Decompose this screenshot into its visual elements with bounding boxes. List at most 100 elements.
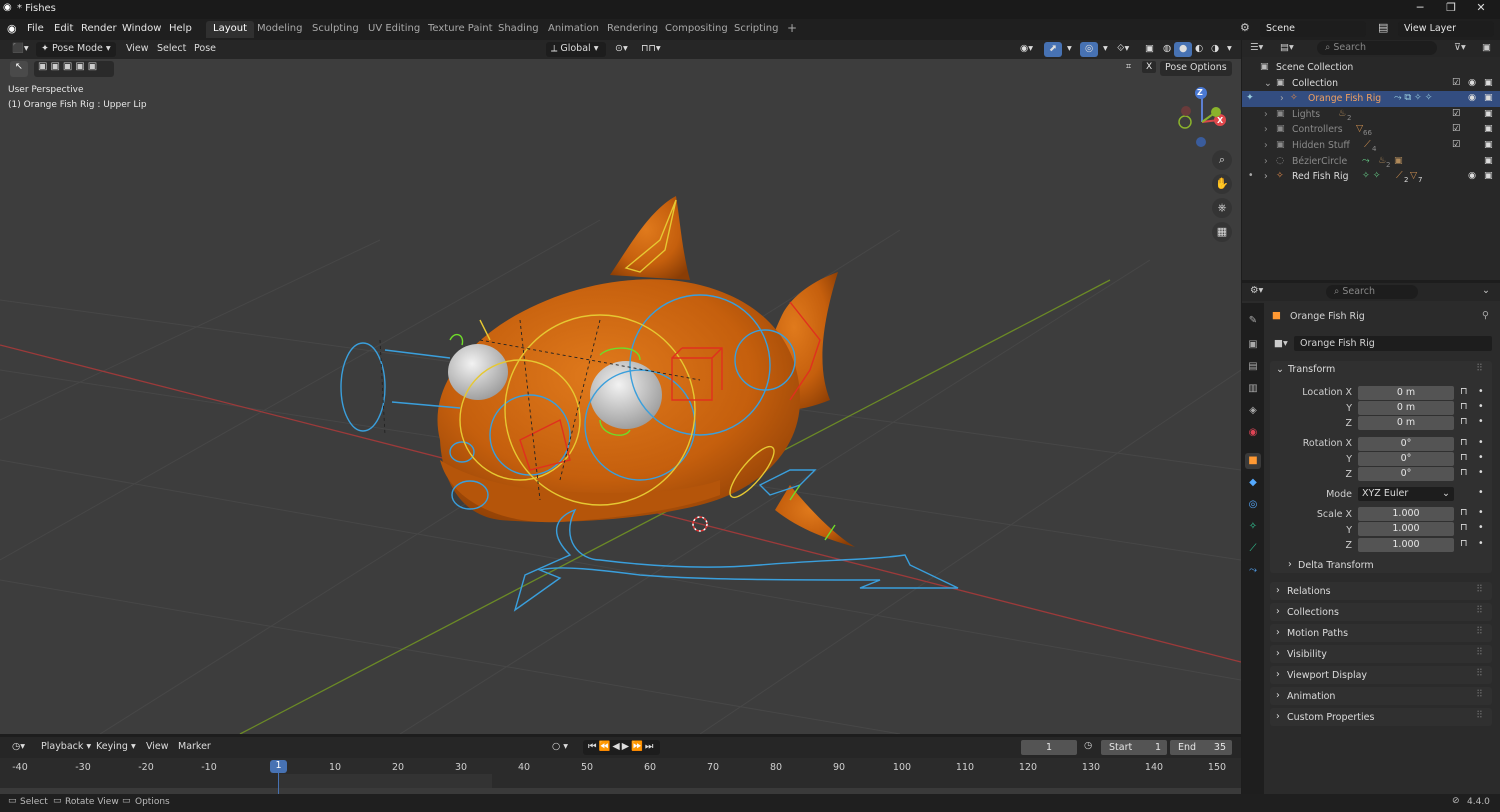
menu-select[interactable]: Select — [152, 42, 191, 57]
chevron-down-icon[interactable]: ⌄ — [1276, 364, 1284, 375]
lock-icon[interactable]: ⊓ — [1460, 467, 1467, 478]
render-tab-icon[interactable]: ▣ — [1245, 337, 1261, 353]
panel-collections[interactable]: › Collections ⠿ — [1270, 603, 1492, 621]
checkbox-icon[interactable]: ☑ — [1452, 139, 1460, 150]
outliner-row-controllers[interactable]: › ▣ Controllers ▽ 66 ☑ ▣ — [1242, 122, 1500, 138]
rotation-z-field[interactable]: 0° — [1358, 467, 1454, 481]
scene-tab-icon[interactable]: ◈ — [1245, 403, 1261, 419]
chevron-right-icon[interactable]: › — [1280, 93, 1284, 104]
view-layer-tab-icon[interactable]: ▥ — [1245, 381, 1261, 397]
drag-handle-icon[interactable]: ⠿ — [1476, 668, 1483, 679]
eye-icon[interactable]: ◉ — [1468, 170, 1476, 181]
constraints-tab-icon[interactable]: ⤳ — [1245, 563, 1261, 579]
tab-layout[interactable]: Layout — [206, 21, 254, 38]
current-frame-field[interactable]: 1 — [1021, 740, 1077, 755]
timeline-editor-icon[interactable]: ◷▾ — [7, 740, 30, 755]
scale-x-field[interactable]: 1.000 — [1358, 507, 1454, 521]
drag-handle-icon[interactable]: ⠿ — [1476, 647, 1483, 658]
camera-icon[interactable]: ▣ — [1484, 92, 1493, 103]
menu-marker[interactable]: Marker — [173, 740, 216, 755]
checkbox-icon[interactable]: ☑ — [1452, 77, 1460, 88]
drag-handle-icon[interactable]: ⠿ — [1476, 584, 1483, 595]
tab-rendering[interactable]: Rendering — [600, 21, 665, 38]
filter-icon[interactable]: ⊽▾ — [1454, 42, 1466, 53]
select-tool-icon[interactable]: ↖ — [10, 61, 28, 77]
start-frame-field[interactable]: Start 1 — [1101, 740, 1167, 755]
toggle-xray-button[interactable]: ▣ — [1140, 42, 1159, 57]
prev-keyframe-icon[interactable]: ⏪ — [599, 741, 613, 752]
gizmo-toggle-button[interactable]: ⬈ — [1044, 42, 1062, 57]
drag-handle-icon[interactable]: ⠿ — [1476, 363, 1483, 374]
drag-handle-icon[interactable]: ⠿ — [1476, 626, 1483, 637]
xray-button[interactable]: ⟐▾ — [1112, 42, 1134, 57]
lock-icon[interactable]: ⊓ — [1460, 538, 1467, 549]
zoom-icon[interactable]: ⌕ — [1212, 150, 1232, 170]
close-button[interactable]: ✕ — [1466, 1, 1496, 18]
modifiers-tab-icon[interactable]: ◆ — [1245, 475, 1261, 491]
scene-selector[interactable]: Scene — [1260, 21, 1366, 37]
menu-pose[interactable]: Pose — [189, 42, 221, 57]
lock-icon[interactable]: ⊓ — [1460, 386, 1467, 397]
perspective-grid-icon[interactable]: ▦ — [1212, 222, 1232, 242]
outliner-editor-icon[interactable]: ☰▾ — [1250, 42, 1263, 53]
mirror-x-button[interactable]: X — [1142, 61, 1157, 73]
world-tab-icon[interactable]: ◉ — [1245, 425, 1261, 441]
menu-file[interactable]: File — [21, 22, 50, 35]
outliner-row-lights[interactable]: › ▣ Lights ♨ 2 ☑ ▣ — [1242, 107, 1500, 123]
overlay-toggle-button[interactable]: ◎ — [1080, 42, 1099, 57]
outliner-row-scene-collection[interactable]: ▣ Scene Collection — [1242, 60, 1500, 76]
stopwatch-icon[interactable]: ◷ — [1084, 740, 1092, 751]
keyframe-dot-icon[interactable]: • — [1478, 401, 1484, 412]
tab-uv-editing[interactable]: UV Editing — [361, 21, 427, 38]
gizmo-dropdown[interactable]: ▾ — [1062, 42, 1077, 57]
tool-tab-icon[interactable]: ✎ — [1245, 313, 1261, 329]
object-type-icon[interactable]: ■▾ — [1274, 338, 1288, 349]
lock-icon[interactable]: ⊓ — [1460, 437, 1467, 448]
playback-controls[interactable]: ⏮⏪◀▶⏩⏭ — [583, 740, 661, 755]
camera-icon[interactable]: ▣ — [1484, 170, 1493, 181]
camera-icon[interactable]: ▣ — [1484, 77, 1493, 88]
menu-help[interactable]: Help — [163, 22, 198, 35]
scale-y-field[interactable]: 1.000 — [1358, 522, 1454, 536]
keyframe-dot-icon[interactable]: • — [1478, 507, 1484, 518]
end-frame-field[interactable]: End 35 — [1170, 740, 1232, 755]
shading-dropdown[interactable]: ▾ — [1222, 42, 1237, 57]
keyframe-dot-icon[interactable]: • — [1478, 416, 1484, 427]
menu-keying[interactable]: Keying ▾ — [91, 740, 141, 755]
checkbox-icon[interactable]: ☑ — [1452, 123, 1460, 134]
next-keyframe-icon[interactable]: ⏩ — [631, 741, 645, 752]
transform-orientation-selector[interactable]: ⟂ Global ▾ — [546, 42, 606, 57]
play-icon[interactable]: ▶ — [622, 741, 631, 752]
tab-sculpting[interactable]: Sculpting — [305, 21, 366, 38]
menu-timeline-view[interactable]: View — [141, 740, 174, 755]
tab-compositing[interactable]: Compositing — [658, 21, 735, 38]
camera-icon[interactable]: ▣ — [1484, 123, 1493, 134]
jump-start-icon[interactable]: ⏮ — [588, 741, 599, 752]
view-layer-icon[interactable]: ▤ — [1378, 21, 1394, 37]
lock-icon[interactable]: ⊓ — [1460, 522, 1467, 533]
chevron-right-icon[interactable]: › — [1264, 156, 1268, 167]
chevron-down-icon[interactable]: ⌄ — [1482, 285, 1490, 296]
timeline-ruler[interactable] — [0, 758, 1241, 794]
rotation-y-field[interactable]: 0° — [1358, 452, 1454, 466]
lock-icon[interactable]: ⊓ — [1460, 507, 1467, 518]
eye-icon[interactable]: ◉ — [1468, 77, 1476, 88]
outliner-row-red-fish-rig[interactable]: • › ✧ Red Fish Rig ✧ ✧ ⟋ 2 ▽ 7 ◉ ▣ — [1242, 169, 1500, 185]
tab-shading[interactable]: Shading — [491, 21, 546, 38]
keyframe-dot-icon[interactable]: • — [1478, 452, 1484, 463]
panel-animation[interactable]: › Animation ⠿ — [1270, 687, 1492, 705]
tab-animation[interactable]: Animation — [541, 21, 606, 38]
panel-custom-properties[interactable]: › Custom Properties ⠿ — [1270, 708, 1492, 726]
outliner-row-bezier-circle[interactable]: › ◌ BézierCircle ⤳ ♨ 2 ▣ ▣ — [1242, 154, 1500, 170]
camera-icon[interactable]: ▣ — [1484, 108, 1493, 119]
chevron-down-icon[interactable]: ⌄ — [1264, 78, 1272, 89]
location-z-field[interactable]: 0 m — [1358, 416, 1454, 430]
rotation-mode-select[interactable]: XYZ Euler ⌄ — [1358, 487, 1454, 501]
chevron-right-icon[interactable]: › — [1264, 124, 1268, 135]
add-workspace-button[interactable]: + — [780, 19, 804, 36]
pan-hand-icon[interactable]: ✋ — [1212, 174, 1232, 194]
minimize-button[interactable]: ─ — [1405, 1, 1435, 18]
lock-icon[interactable]: ⊓ — [1460, 401, 1467, 412]
eye-icon[interactable]: ◉ — [1468, 92, 1476, 103]
object-data-tab-icon[interactable]: ✧ — [1245, 519, 1261, 535]
